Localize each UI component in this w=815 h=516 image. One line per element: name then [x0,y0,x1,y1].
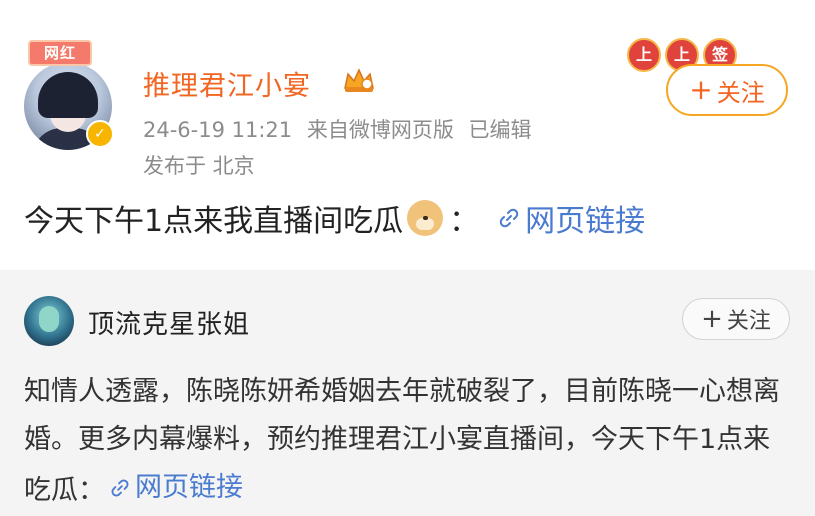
crown-icon [344,68,374,92]
plus-icon: + [701,304,723,334]
repost-text: 知情人透露，陈晓陈妍希婚姻去年就破裂了，目前陈晓一心想离婚。更多内幕爆料，预约推… [24,368,794,515]
repost-web-link[interactable]: 网页链接 [109,464,243,512]
follow-button[interactable]: + 关注 [666,64,788,116]
post-colon: ： [449,204,480,239]
repost-username[interactable]: 顶流克星张姐 [88,304,250,341]
repost-follow-label: 关注 [726,309,771,334]
post-edited[interactable]: 已编辑 [469,118,532,142]
repost-avatar[interactable] [24,296,74,346]
follow-label: 关注 [716,78,765,107]
web-link[interactable]: 网页链接 [497,196,645,240]
post-content: 今天下午1点来我直播间吃瓜 ： 网页链接 [24,196,645,240]
post-meta: 24-6-19 11:21 来自微博网页版 已编辑 [143,114,540,144]
repost-follow-button[interactable]: + 关注 [682,298,790,340]
post-location: 发布于 北京 [143,154,255,178]
link-icon [499,208,519,228]
verified-icon: ✓ [86,120,114,148]
web-link-label: 网页链接 [525,204,646,239]
repost-link-label: 网页链接 [135,472,243,503]
post-text: 今天下午1点来我直播间吃瓜 [24,204,404,239]
post-username[interactable]: 推理君江小宴 [143,64,311,103]
weibo-post: 网红 ✓ 推理君江小宴 24-6-19 11:21 来自微博网页版 已编辑 发布… [0,0,815,270]
influencer-badge: 网红 [28,40,92,66]
user-avatar-area[interactable]: 网红 ✓ [24,40,116,150]
post-source[interactable]: 来自微博网页版 [307,118,454,142]
link-icon [111,479,129,497]
plus-icon: + [689,73,713,106]
deco-char: 上 [627,38,661,72]
reposted-card[interactable]: 顶流克星张姐 + 关注 知情人透露，陈晓陈妍希婚姻去年就破裂了，目前陈晓一心想离… [0,270,815,516]
doge-emoji-icon [407,200,444,236]
post-date: 24-6-19 11:21 [143,118,293,142]
